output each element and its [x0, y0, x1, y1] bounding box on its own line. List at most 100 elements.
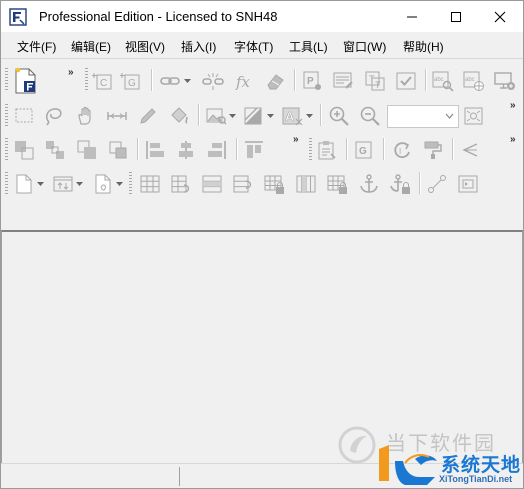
form-properties-icon [333, 72, 353, 89]
menu-view[interactable]: 视图(V) [125, 38, 165, 55]
table-grid-button[interactable] [138, 172, 162, 196]
send-back-button[interactable] [75, 138, 99, 162]
font-style-dropdown[interactable] [305, 104, 313, 128]
toolbar-grip[interactable] [5, 138, 8, 160]
text-search-button[interactable]: abc [431, 69, 455, 93]
align-right-button[interactable] [205, 138, 229, 162]
toolbar-overflow-chevron[interactable]: » [293, 134, 298, 145]
anchor-lock-button[interactable] [388, 172, 412, 196]
unlink-button[interactable] [201, 69, 225, 93]
arrow-left-button[interactable] [458, 138, 482, 162]
computer-add-button[interactable] [493, 69, 517, 93]
align-left-button[interactable] [143, 138, 167, 162]
paint-roller-button[interactable] [421, 138, 445, 162]
formula-button[interactable]: fx [233, 69, 257, 93]
zoom-combo[interactable] [387, 105, 459, 128]
text-web-button[interactable]: abc [462, 69, 486, 93]
link-button[interactable] [158, 69, 182, 93]
chevron-down-icon [445, 113, 454, 119]
arrow-left-icon [462, 143, 478, 157]
menu-window[interactable]: 窗口(W) [343, 38, 386, 55]
field-box-button[interactable] [456, 172, 480, 196]
add-text-cell-button[interactable]: C [91, 69, 115, 93]
font-style-icon: A [282, 107, 303, 126]
toolbar-grip[interactable] [5, 104, 8, 126]
lasso-button[interactable] [42, 104, 66, 128]
zoom-in-button[interactable] [327, 104, 351, 128]
check-button[interactable] [394, 69, 418, 93]
bring-front-button[interactable] [12, 138, 36, 162]
page-button[interactable] [12, 172, 36, 196]
table-insert-button[interactable] [169, 172, 193, 196]
toolbar-grip[interactable] [5, 172, 8, 194]
text-properties-button[interactable]: TT [363, 69, 387, 93]
close-button[interactable] [478, 1, 522, 32]
graphic-cell-button[interactable]: G [352, 138, 376, 162]
toolbar-overflow-chevron[interactable]: » [68, 67, 73, 78]
table-rows-icon [202, 175, 222, 193]
toolbar-row-4 [1, 166, 523, 200]
menu-font[interactable]: 字体(T) [234, 38, 273, 55]
rotate-button[interactable]: I [390, 138, 414, 162]
page-setup-button[interactable] [91, 172, 115, 196]
minimize-button[interactable] [390, 1, 434, 32]
table-split-button[interactable] [231, 172, 255, 196]
table-lock-button[interactable] [262, 172, 286, 196]
add-graphic-cell-button[interactable]: G [119, 69, 143, 93]
table-grid-icon [140, 175, 160, 193]
align-center-button[interactable] [174, 138, 198, 162]
table-columns-button[interactable] [294, 172, 318, 196]
page-setup-dropdown[interactable] [115, 172, 123, 196]
menu-file[interactable]: 文件(F) [17, 38, 56, 55]
line-style-button[interactable] [242, 104, 266, 128]
toolbar-grip[interactable] [5, 68, 8, 90]
app-logo-icon [9, 8, 27, 26]
zoom-out-button[interactable] [358, 104, 382, 128]
ungroup-button[interactable] [106, 138, 130, 162]
toolbar-grip[interactable] [129, 172, 132, 194]
field-box-icon [458, 175, 478, 193]
toolbar-overflow-chevron[interactable]: » [510, 100, 515, 111]
anchor-button[interactable] [357, 172, 381, 196]
brand-name-cn: 系统天地 [441, 455, 522, 476]
menu-tools[interactable]: 工具(L) [289, 38, 328, 55]
table-lock-2-button[interactable] [325, 172, 349, 196]
tab-order-dropdown[interactable] [75, 172, 83, 196]
measure-button[interactable] [105, 104, 129, 128]
menu-insert[interactable]: 插入(I) [181, 38, 216, 55]
anchor-lock-icon [390, 174, 410, 194]
new-form-button[interactable] [12, 66, 40, 96]
link-dropdown[interactable] [183, 69, 191, 93]
toolbar-row-3: » G I » [1, 133, 523, 166]
toolbar-grip[interactable] [85, 68, 88, 90]
fill-bucket-button[interactable] [167, 104, 191, 128]
group-button[interactable] [43, 138, 67, 162]
tab-order-button[interactable] [51, 172, 75, 196]
maximize-button[interactable] [434, 1, 478, 32]
line-style-dropdown[interactable] [266, 104, 274, 128]
field-properties-button[interactable]: P [300, 69, 324, 93]
pencil-button[interactable] [136, 104, 160, 128]
eraser-icon [267, 74, 284, 90]
align-top-button[interactable] [242, 138, 266, 162]
image-button[interactable] [204, 104, 228, 128]
table-rows-button[interactable] [200, 172, 224, 196]
dropdown-arrow-icon [115, 182, 123, 186]
connector-icon [428, 175, 446, 193]
toolbar-grip[interactable] [309, 138, 312, 160]
menu-edit[interactable]: 编辑(E) [71, 38, 111, 55]
font-style-button[interactable]: A [281, 104, 305, 128]
form-properties-button[interactable] [331, 69, 355, 93]
page-dropdown[interactable] [36, 172, 44, 196]
image-dropdown[interactable] [228, 104, 236, 128]
clipboard-button[interactable] [315, 138, 339, 162]
toolbar-overflow-chevron[interactable]: » [510, 134, 515, 145]
minimize-icon [407, 16, 417, 17]
connector-button[interactable] [425, 172, 449, 196]
eraser-button[interactable] [263, 69, 287, 93]
hand-button[interactable] [74, 104, 98, 128]
align-center-icon [179, 141, 193, 159]
menu-help[interactable]: 帮助(H) [403, 38, 444, 55]
zoom-fit-button[interactable] [462, 104, 486, 128]
select-rect-button[interactable] [12, 104, 36, 128]
